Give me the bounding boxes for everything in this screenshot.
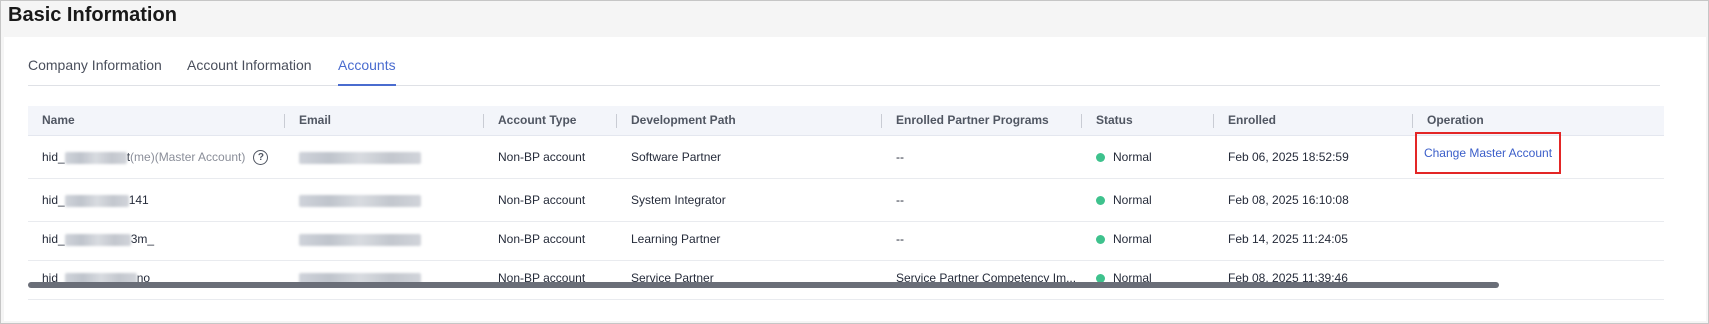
- cell-enrolled-programs: --: [896, 150, 904, 164]
- cell-name: hid_ t(me)(Master Account)?: [42, 136, 269, 178]
- page-title: Basic Information: [8, 4, 177, 26]
- name-tag: (me)(Master Account): [130, 150, 246, 164]
- content-card: Company Information Account Information …: [4, 37, 1706, 321]
- name-prefix: hid_: [42, 193, 65, 207]
- column-divider[interactable]: [284, 114, 285, 128]
- cell-enrolled-programs: Service Partner Competency Im...: [896, 271, 1077, 285]
- column-divider[interactable]: [1412, 114, 1413, 128]
- table-row: hid_ 3m_ Non-BP account Learning Partner …: [28, 218, 1664, 261]
- status-label: Normal: [1113, 232, 1152, 246]
- column-header-name: Name: [42, 113, 75, 127]
- table-row: hid_ 141 Non-BP account System Integrator…: [28, 179, 1664, 222]
- redacted-name: [64, 194, 129, 207]
- column-header-status: Status: [1096, 113, 1133, 127]
- cell-account-type: Non-BP account: [498, 232, 586, 246]
- column-divider[interactable]: [881, 114, 882, 128]
- name-prefix: hid_: [42, 150, 65, 164]
- cell-enrolled: Feb 06, 2025 18:52:59: [1228, 150, 1349, 164]
- cell-development-path: Learning Partner: [631, 232, 721, 246]
- status-dot-icon: [1096, 235, 1105, 245]
- cell-enrolled-programs: --: [896, 232, 904, 246]
- redacted-email: [299, 194, 421, 207]
- tab-accounts[interactable]: Accounts: [338, 57, 396, 86]
- name-prefix: hid_: [42, 232, 65, 246]
- name-suffix: 3m_: [130, 232, 155, 246]
- tab-account-information[interactable]: Account Information: [187, 57, 312, 85]
- cell-enrolled: Feb 08, 2025 11:39:46: [1228, 271, 1348, 285]
- horizontal-scrollbar[interactable]: [28, 282, 1499, 288]
- redacted-email: [299, 151, 421, 164]
- cell-name: hid_ no: [42, 257, 150, 299]
- cell-development-path: System Integrator: [631, 193, 726, 207]
- table-row: hid_ no Non-BP account Service Partner Se…: [28, 257, 1664, 300]
- cell-email: [299, 257, 421, 299]
- cell-name: hid_ 141: [42, 179, 149, 221]
- redacted-email: [299, 233, 421, 246]
- cell-enrolled: Feb 14, 2025 11:24:05: [1228, 232, 1348, 246]
- cell-account-type: Non-BP account: [498, 150, 586, 164]
- tab-bar: Company Information Account Information …: [28, 57, 1660, 86]
- cell-status: Normal: [1096, 218, 1152, 260]
- column-header-development-path: Development Path: [631, 113, 736, 127]
- status-dot-icon: [1096, 153, 1105, 163]
- cell-development-path: Service Partner: [631, 271, 714, 285]
- change-master-account-link[interactable]: Change Master Account: [1415, 132, 1561, 174]
- status-label: Normal: [1113, 150, 1152, 164]
- column-header-enrolled-programs: Enrolled Partner Programs: [896, 113, 1049, 127]
- column-divider[interactable]: [616, 114, 617, 128]
- name-suffix: 141: [128, 193, 149, 207]
- column-header-operation: Operation: [1427, 113, 1484, 127]
- column-header-enrolled: Enrolled: [1228, 113, 1277, 127]
- status-dot-icon: [1096, 196, 1105, 206]
- cell-name: hid_ 3m_: [42, 218, 154, 260]
- column-divider[interactable]: [483, 114, 484, 128]
- tab-company-information[interactable]: Company Information: [28, 57, 162, 85]
- cell-account-type: Non-BP account: [498, 271, 586, 285]
- cell-email: [299, 179, 421, 221]
- cell-development-path: Software Partner: [631, 150, 722, 164]
- cell-account-type: Non-BP account: [498, 193, 586, 207]
- question-circle-icon[interactable]: ?: [253, 150, 269, 166]
- cell-status: Normal: [1096, 136, 1152, 178]
- redacted-name: [64, 233, 131, 246]
- status-label: Normal: [1113, 193, 1152, 207]
- cell-email: [299, 136, 421, 178]
- cell-status: Normal: [1096, 257, 1152, 299]
- cell-email: [299, 218, 421, 260]
- cell-enrolled-programs: --: [896, 193, 904, 207]
- cell-status: Normal: [1096, 179, 1152, 221]
- accounts-table: Name Email Account Type Development Path…: [28, 106, 1664, 323]
- column-header-email: Email: [299, 113, 332, 127]
- column-divider[interactable]: [1081, 114, 1082, 128]
- redacted-name: [64, 151, 127, 164]
- column-header-account-type: Account Type: [498, 113, 577, 127]
- cell-enrolled: Feb 08, 2025 16:10:08: [1228, 193, 1349, 207]
- column-divider[interactable]: [1213, 114, 1214, 128]
